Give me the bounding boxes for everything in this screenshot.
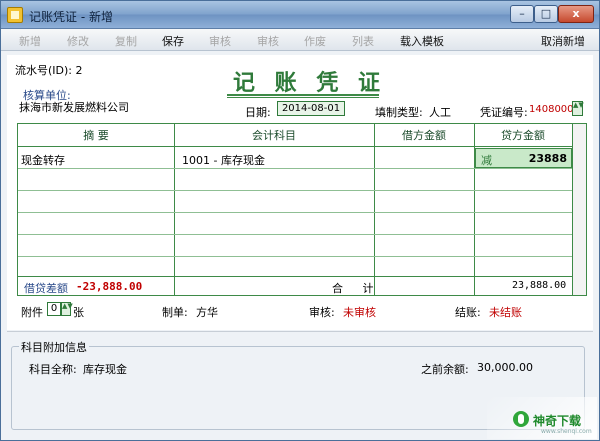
toolbar-copy-button[interactable]: 复制 xyxy=(115,33,137,49)
date-field[interactable]: 2014-08-01 xyxy=(277,101,345,116)
toolbar-audit-button[interactable]: 审核 xyxy=(257,33,279,49)
attachment-count-spinner[interactable]: ▲▼ xyxy=(61,302,73,316)
column-header-account: 会计科目 xyxy=(252,129,296,142)
voucher-window: 记账凭证 - 新增 – □ x 新增 修改 复制 保存 审核 审核 作废 列表 … xyxy=(0,0,600,441)
grid-row-divider xyxy=(18,190,572,191)
previous-balance-label: 之前余额: xyxy=(421,363,469,376)
total-label: 合 计 xyxy=(332,282,382,295)
maker-label: 制单: xyxy=(162,306,188,319)
grid-col-divider xyxy=(374,124,375,295)
column-header-debit: 借方金额 xyxy=(402,129,446,142)
closing-status: 未结账 xyxy=(489,306,522,319)
credit-flag: 减 xyxy=(481,154,492,167)
title-bar[interactable]: 记账凭证 - 新增 – □ x xyxy=(1,1,599,29)
row-account-cell[interactable]: 1001 - 库存现金 xyxy=(182,152,265,168)
attachment-unit: 张 xyxy=(73,306,84,319)
section-divider xyxy=(7,331,593,332)
total-value: 23,888.00 xyxy=(512,280,567,291)
row-summary-cell[interactable]: 现金转存 xyxy=(21,152,65,168)
credit-amount: 23888 xyxy=(528,152,567,165)
watermark-url: www.shenqi.com xyxy=(541,428,592,435)
balance-diff-value: -23,888.00 xyxy=(76,280,143,293)
toolbar-edit-button[interactable]: 修改 xyxy=(67,33,89,49)
column-header-summary: 摘 要 xyxy=(83,129,109,142)
grid-row-divider xyxy=(18,234,572,235)
toolbar-list-button[interactable]: 列表 xyxy=(352,33,374,49)
grid-header-divider xyxy=(18,146,572,147)
attachment-count-field[interactable]: 0 xyxy=(47,302,61,316)
grid-row-divider xyxy=(18,256,572,257)
toolbar: 新增 修改 复制 保存 审核 审核 作废 列表 载入模板 取消新增 xyxy=(1,29,599,51)
previous-balance-value: 30,000.00 xyxy=(477,361,533,374)
row-credit-cell[interactable]: 减 23888 xyxy=(475,148,572,168)
app-icon xyxy=(7,7,23,23)
toolbar-review-button[interactable]: 审核 xyxy=(209,33,231,49)
toolbar-void-button[interactable]: 作废 xyxy=(304,33,326,49)
voucher-number-spinner[interactable]: ▲▼ xyxy=(572,101,584,116)
watermark-text: 神奇下载 xyxy=(533,414,582,428)
toolbar-load-template-button[interactable]: 载入模板 xyxy=(400,33,444,49)
title-underline xyxy=(227,94,379,96)
watermark-logo-icon xyxy=(513,411,529,427)
voucher-number-label: 凭证编号: xyxy=(480,106,528,119)
grid-total-divider xyxy=(18,276,572,277)
column-header-credit: 贷方金额 xyxy=(501,129,545,142)
account-info-legend: 科目附加信息 xyxy=(19,339,89,355)
toolbar-save-button[interactable]: 保存 xyxy=(162,33,184,49)
maximize-button[interactable]: □ xyxy=(534,5,558,23)
title-underline-thin xyxy=(227,97,379,98)
grid-scrollbar[interactable] xyxy=(573,123,587,296)
window-title: 记账凭证 - 新增 xyxy=(29,10,113,24)
auditor-label: 审核: xyxy=(309,306,335,319)
page-title: 记 账 凭 证 xyxy=(233,71,386,96)
serial-id: 流水号(ID): 2 xyxy=(15,64,83,77)
fill-type-value: 人工 xyxy=(429,106,451,119)
grid-col-divider xyxy=(174,124,175,295)
closing-label: 结账: xyxy=(455,306,481,319)
attachment-label: 附件 xyxy=(21,306,43,319)
balance-diff-label: 借贷差额 xyxy=(24,282,68,295)
grid-row-divider xyxy=(18,168,572,169)
auditor-status: 未审核 xyxy=(343,306,376,319)
minimize-button[interactable]: – xyxy=(510,5,534,23)
grid-row-divider xyxy=(18,212,572,213)
toolbar-new-button[interactable]: 新增 xyxy=(19,33,41,49)
entry-grid: 摘 要 会计科目 借方金额 贷方金额 现金转存 1001 - 库存现金 减 23… xyxy=(17,123,573,296)
maker-value: 方华 xyxy=(196,306,218,319)
fill-type-label: 填制类型: xyxy=(375,106,423,119)
date-label: 日期: xyxy=(245,106,271,119)
close-button[interactable]: x xyxy=(558,5,594,23)
subject-fullname-value: 库存现金 xyxy=(83,363,127,376)
toolbar-cancel-new-button[interactable]: 取消新增 xyxy=(541,33,585,49)
subject-fullname-label: 科目全称: xyxy=(29,363,77,376)
unit-value: 抹海市新发展燃料公司 xyxy=(19,101,129,114)
